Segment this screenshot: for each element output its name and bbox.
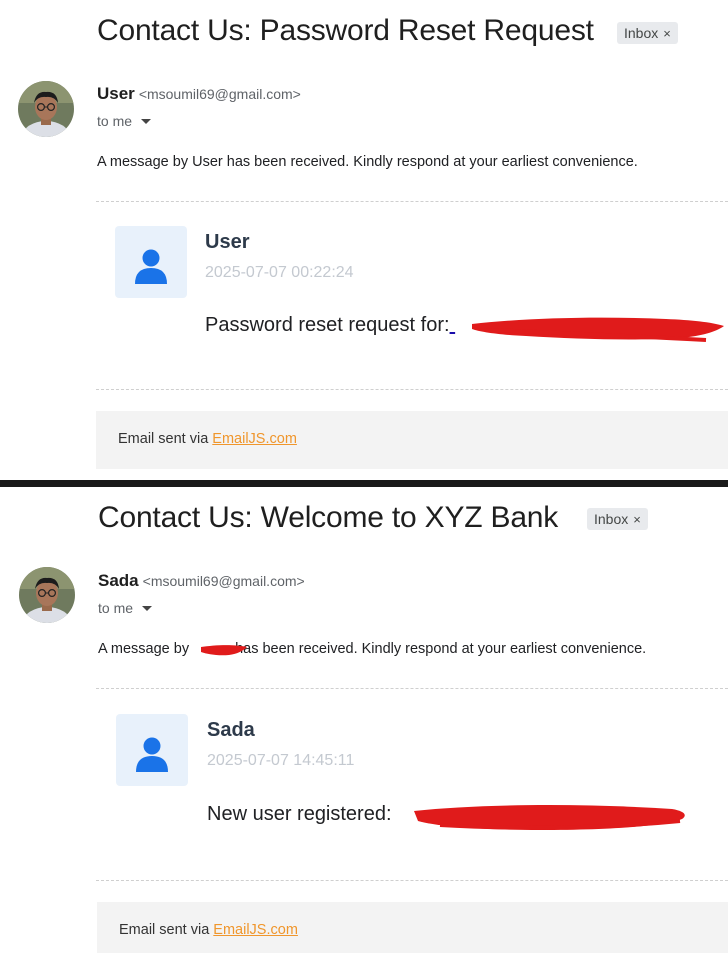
inbox-label-text: Inbox bbox=[594, 511, 629, 527]
recipient-details[interactable]: to me bbox=[97, 113, 152, 129]
person-icon bbox=[135, 249, 167, 284]
dashed-divider bbox=[96, 880, 728, 881]
to-me-label: to me bbox=[98, 600, 134, 616]
intro-before: A message by bbox=[98, 641, 190, 657]
sender-name[interactable]: User bbox=[97, 84, 135, 103]
sender-avatar[interactable] bbox=[18, 81, 74, 137]
redaction-mark bbox=[201, 645, 247, 656]
email-footer: Email sent via EmailJS.com bbox=[97, 902, 728, 953]
sender-avatar[interactable] bbox=[19, 567, 75, 623]
intro-message: A message by has been received. Kindly re… bbox=[98, 641, 646, 657]
to-me-label: to me bbox=[97, 113, 133, 129]
caret-down-icon[interactable] bbox=[142, 606, 153, 611]
person-card-icon bbox=[116, 714, 188, 786]
person-icon bbox=[136, 737, 168, 772]
redaction-mark bbox=[472, 317, 724, 342]
caret-down-icon[interactable] bbox=[141, 119, 152, 124]
inbox-label-chip[interactable]: Inbox × bbox=[617, 22, 678, 44]
emailjs-link[interactable]: EmailJS.com bbox=[213, 922, 298, 938]
redaction-mark bbox=[414, 805, 685, 830]
dashed-divider bbox=[96, 688, 728, 689]
email-panel-welcome: Contact Us: Welcome to XYZ Bank Inbox × S… bbox=[0, 487, 728, 953]
footer-prefix: Email sent via bbox=[119, 922, 214, 938]
card-sender-name: Sada bbox=[207, 719, 255, 741]
recipient-details[interactable]: to me bbox=[98, 600, 153, 616]
close-icon[interactable]: × bbox=[633, 512, 641, 527]
inbox-label-chip[interactable]: Inbox × bbox=[587, 508, 648, 530]
card-message-text: Password reset request for: bbox=[205, 314, 450, 336]
email-panel-password-reset: Contact Us: Password Reset Request Inbox… bbox=[0, 0, 728, 480]
intro-message: A message by User has been received. Kin… bbox=[97, 154, 638, 170]
close-icon[interactable]: × bbox=[663, 26, 671, 41]
person-card-icon bbox=[115, 226, 187, 298]
footer-prefix: Email sent via bbox=[118, 431, 213, 447]
sender-email: <msoumil69@gmail.com> bbox=[142, 573, 305, 589]
card-message: New user registered: bbox=[207, 803, 392, 826]
email-footer: Email sent via EmailJS.com bbox=[96, 411, 728, 469]
card-timestamp: 2025-07-07 14:45:11 bbox=[207, 752, 355, 769]
inbox-label-text: Inbox bbox=[624, 25, 659, 41]
card-timestamp: 2025-07-07 00:22:24 bbox=[205, 264, 354, 281]
screenshot-separator bbox=[0, 480, 728, 487]
footer-text: Email sent via EmailJS.com bbox=[118, 431, 297, 447]
card-message-text: New user registered: bbox=[207, 803, 392, 825]
intro-after: has been received. Kindly respond at you… bbox=[235, 641, 647, 657]
email-subject: Contact Us: Welcome to XYZ Bank bbox=[98, 501, 559, 534]
sender-name[interactable]: Sada bbox=[98, 571, 139, 590]
footer-text: Email sent via EmailJS.com bbox=[119, 922, 298, 938]
card-sender-name: User bbox=[205, 231, 250, 253]
sender-line: User <msoumil69@gmail.com> bbox=[97, 84, 301, 104]
sender-email: <msoumil69@gmail.com> bbox=[138, 86, 301, 102]
email-subject: Contact Us: Password Reset Request bbox=[97, 14, 594, 47]
dashed-divider bbox=[96, 201, 728, 202]
dashed-divider bbox=[96, 389, 728, 390]
emailjs-link[interactable]: EmailJS.com bbox=[212, 431, 297, 447]
sender-line: Sada <msoumil69@gmail.com> bbox=[98, 571, 305, 591]
